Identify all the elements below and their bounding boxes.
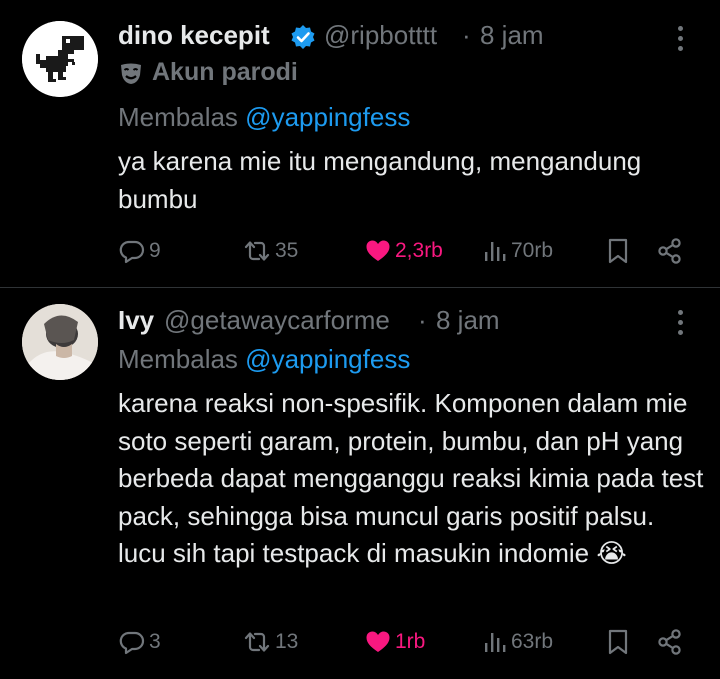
bookmark-button[interactable] <box>606 236 630 266</box>
avatar[interactable] <box>22 21 98 97</box>
more-icon[interactable] <box>678 26 684 51</box>
parody-label: Akun parodi <box>118 58 298 87</box>
handle[interactable]: @getawaycarforme <box>164 305 390 336</box>
reply-icon <box>119 240 145 264</box>
views-button[interactable]: 63rb <box>482 627 553 657</box>
reply-button[interactable]: 3 <box>118 627 161 657</box>
views-count: 63rb <box>511 630 554 653</box>
bookmark-button[interactable] <box>606 627 630 657</box>
more-icon[interactable] <box>678 310 684 335</box>
avatar-photo <box>22 304 98 380</box>
share-icon <box>658 238 681 264</box>
verified-badge-icon <box>290 24 316 55</box>
display-name[interactable]: dino kecepit <box>118 20 270 51</box>
like-count: 1rb <box>395 630 426 653</box>
avatar[interactable] <box>22 304 98 380</box>
reply-count: 9 <box>149 239 161 262</box>
dot-separator: · <box>462 20 471 50</box>
retweet-button[interactable]: 35 <box>242 236 298 266</box>
parody-label-text: Akun parodi <box>152 58 298 86</box>
bookmark-icon <box>608 629 628 655</box>
share-button[interactable] <box>656 627 684 657</box>
views-icon <box>485 633 506 652</box>
display-name[interactable]: Ivy <box>118 305 154 336</box>
bookmark-icon <box>608 238 628 264</box>
retweet-count: 35 <box>275 239 299 262</box>
reply-context: Membalas @yappingfess <box>118 344 410 375</box>
like-button[interactable]: 1rb <box>364 627 425 657</box>
views-icon <box>485 242 506 261</box>
reply-prefix: Membalas <box>118 344 238 374</box>
timestamp[interactable]: 8 jam <box>480 20 544 51</box>
parody-mask-icon <box>121 63 141 84</box>
retweet-icon <box>244 241 270 261</box>
reply-icon <box>119 631 145 655</box>
timestamp[interactable]: 8 jam <box>436 305 500 336</box>
dino-avatar <box>22 21 98 97</box>
views-button[interactable]: 70rb <box>482 236 553 266</box>
views-count: 70rb <box>511 239 554 262</box>
share-icon <box>658 629 681 655</box>
reply-to-link[interactable]: @yappingfess <box>245 102 410 132</box>
reply-prefix: Membalas <box>118 102 238 132</box>
like-count: 2,3rb <box>395 239 443 262</box>
reply-count: 3 <box>149 630 161 653</box>
retweet-icon <box>244 632 270 652</box>
like-button[interactable]: 2,3rb <box>364 236 443 266</box>
dot-separator: · <box>418 305 427 335</box>
like-icon <box>366 240 390 261</box>
tweet-1[interactable]: dino kecepit @ripbotttt · 8 jam Akun par… <box>0 0 720 287</box>
reply-button[interactable]: 9 <box>118 236 161 266</box>
handle[interactable]: @ripbotttt <box>324 20 437 51</box>
like-icon <box>366 631 390 652</box>
retweet-count: 13 <box>275 630 299 653</box>
tweet-text: karena reaksi non-spesifik. Komponen dal… <box>118 388 704 568</box>
retweet-button[interactable]: 13 <box>242 627 298 657</box>
reply-context: Membalas @yappingfess <box>118 102 410 133</box>
tweet-2[interactable]: Ivy @getawaycarforme · 8 jam Membalas @y… <box>0 287 720 679</box>
tweet-text: ya karena mie itu mengandung, mengandung… <box>118 146 642 214</box>
share-button[interactable] <box>656 236 684 266</box>
reply-to-link[interactable]: @yappingfess <box>245 344 410 374</box>
